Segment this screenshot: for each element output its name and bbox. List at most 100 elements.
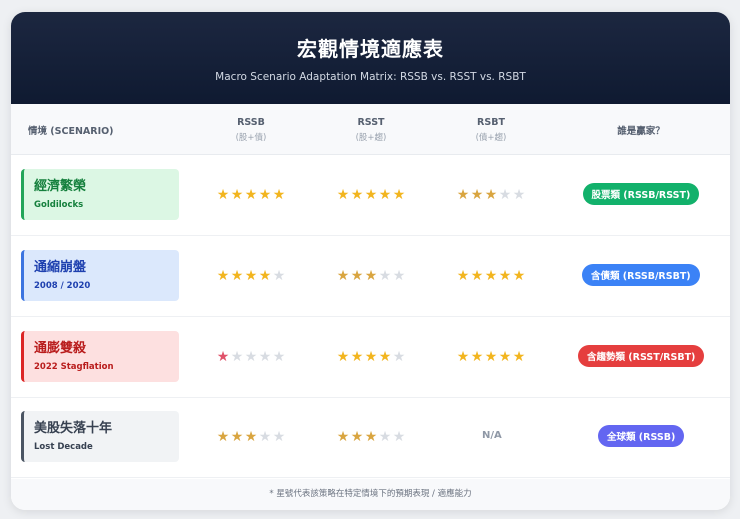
footnote: * 星號代表該策略在特定情境下的預期表現 / 適應能力 [11,479,730,510]
star-filled-icon: ★ [216,187,230,203]
star-filled-icon: ★ [336,349,350,365]
rsbt-not-applicable: N/A [482,430,502,441]
column-header-rsbt-sub: (債+趨) [475,132,507,143]
table-row: 通膨雙殺 2022 Stagflation ★★★★★ ★★★★★ ★★★★★ 含趨勢類 … [11,317,730,398]
rsbt-rating: ★★★★★ [456,349,526,365]
star-filled-icon: ★ [230,268,244,284]
rssb-rating: ★★★★★ [216,187,286,203]
star-filled-icon: ★ [350,268,364,284]
star-filled-icon: ★ [470,268,484,284]
star-empty-icon: ★ [272,349,286,365]
star-empty-icon: ★ [512,187,526,203]
star-filled-icon: ★ [216,268,230,284]
column-header-winner: 誰是贏家？ [617,125,665,137]
star-filled-icon: ★ [336,429,350,445]
header: 宏觀情境適應表 Macro Scenario Adaptation Matrix… [11,12,730,104]
column-header-rsbt-label: RSBT [477,116,505,128]
scenario-subtitle: Lost Decade [34,442,93,452]
rsst-rating: ★★★★★ [336,349,406,365]
column-header-rssb-sub: (股+債) [235,132,267,143]
rssb-rating: ★★★★★ [216,429,286,445]
star-filled-icon: ★ [364,187,378,203]
scenario-card: 宏觀情境適應表 Macro Scenario Adaptation Matrix… [11,12,730,510]
rsst-rating: ★★★★★ [336,187,406,203]
star-filled-icon: ★ [336,187,350,203]
rsbt-rating: ★★★★★ [456,268,526,284]
star-empty-icon: ★ [258,429,272,445]
star-empty-icon: ★ [230,349,244,365]
scenario-subtitle: 2008 / 2020 [34,281,91,291]
star-filled-icon: ★ [484,349,498,365]
star-filled-icon: ★ [484,187,498,203]
table-row: 通縮崩盤 2008 / 2020 ★★★★★ ★★★★★ ★★★★★ 含債類 (RSSB/… [11,236,730,317]
star-filled-icon: ★ [484,268,498,284]
star-empty-icon: ★ [378,268,392,284]
page-title: 宏觀情境適應表 [297,37,444,61]
star-filled-icon: ★ [244,429,258,445]
star-filled-icon: ★ [364,349,378,365]
star-filled-icon: ★ [216,429,230,445]
rsst-rating: ★★★★★ [336,429,406,445]
table-row: 經濟繁榮 Goldilocks ★★★★★ ★★★★★ ★★★★★ 股票類 (RSSB/R… [11,155,730,236]
star-filled-icon: ★ [392,187,406,203]
column-header-rsst-sub: (股+趨) [355,132,387,143]
page-subtitle: Macro Scenario Adaptation Matrix: RSSB v… [215,71,526,83]
scenario-subtitle: Goldilocks [34,200,84,210]
star-filled-icon: ★ [456,349,470,365]
column-header-rsst-label: RSST [357,116,385,128]
star-filled-icon: ★ [512,349,526,365]
table-header: 情境 (SCENARIO) RSSB (股+債) RSST (股+趨) RSBT… [11,104,730,155]
rssb-rating: ★★★★★ [216,349,286,365]
star-filled-icon: ★ [364,268,378,284]
star-filled-icon: ★ [244,187,258,203]
star-filled-icon: ★ [378,187,392,203]
star-filled-icon: ★ [230,429,244,445]
scenario-name: 通縮崩盤 [34,260,87,275]
star-filled-icon: ★ [230,187,244,203]
star-empty-icon: ★ [272,429,286,445]
star-filled-icon: ★ [498,268,512,284]
star-filled-icon: ★ [336,268,350,284]
column-header-rssb: RSSB (股+債) [221,104,281,155]
star-filled-icon: ★ [378,349,392,365]
star-empty-icon: ★ [392,429,406,445]
star-filled-icon: ★ [498,349,512,365]
star-empty-icon: ★ [392,349,406,365]
rsst-rating: ★★★★★ [336,268,406,284]
star-filled-icon: ★ [272,187,286,203]
star-empty-icon: ★ [244,349,258,365]
winner-badge: 含債類 (RSSB/RSBT) [582,264,700,286]
scenario-cell: 經濟繁榮 Goldilocks [21,169,179,220]
star-filled-icon: ★ [512,268,526,284]
scenario-cell: 通縮崩盤 2008 / 2020 [21,250,179,301]
scenario-name: 經濟繁榮 [34,179,87,194]
star-empty-icon: ★ [258,349,272,365]
star-filled-icon: ★ [258,268,272,284]
scenario-subtitle: 2022 Stagflation [34,362,114,372]
star-filled-icon: ★ [456,268,470,284]
star-filled-icon: ★ [470,187,484,203]
winner-badge: 含趨勢類 (RSST/RSBT) [578,345,705,367]
column-header-rsbt: RSBT (債+趨) [461,104,521,155]
column-header-rssb-label: RSSB [237,116,265,128]
star-filled-icon: ★ [364,429,378,445]
column-header-scenario: 情境 (SCENARIO) [28,125,114,137]
star-filled-icon: ★ [216,349,230,365]
scenario-cell: 通膨雙殺 2022 Stagflation [21,331,179,382]
rssb-rating: ★★★★★ [216,268,286,284]
star-filled-icon: ★ [470,349,484,365]
star-empty-icon: ★ [392,268,406,284]
star-empty-icon: ★ [272,268,286,284]
winner-badge: 全球類 (RSSB) [598,425,685,447]
scenario-cell: 美股失落十年 Lost Decade [21,411,179,462]
star-filled-icon: ★ [244,268,258,284]
star-empty-icon: ★ [378,429,392,445]
rsbt-rating: ★★★★★ [456,187,526,203]
star-filled-icon: ★ [456,187,470,203]
star-filled-icon: ★ [258,187,272,203]
winner-badge: 股票類 (RSSB/RSST) [582,183,700,205]
table-row: 美股失落十年 Lost Decade ★★★★★ ★★★★★ N/A 全球類 (RSSB) [11,397,730,478]
column-header-rsst: RSST (股+趨) [341,104,401,155]
star-filled-icon: ★ [350,349,364,365]
star-empty-icon: ★ [498,187,512,203]
